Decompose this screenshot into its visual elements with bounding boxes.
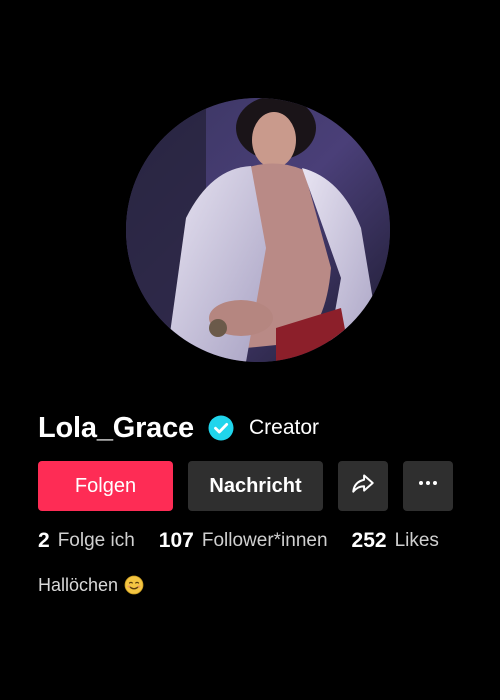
stat-label: Follower*innen (201, 530, 328, 551)
stat-value: 2 (38, 529, 50, 552)
stat-likes: 252 Likes (352, 529, 439, 553)
follow-button-label: Folgen (74, 474, 137, 497)
stat-value: 107 (158, 529, 194, 552)
profile-page: Lola_Grace Creator Folgen Nachricht 2 Fo… (0, 0, 500, 700)
verified-check-icon (208, 415, 234, 441)
stat-following[interactable]: 2 Folge ich (38, 529, 135, 553)
username: Lola_Grace (38, 411, 194, 444)
share-button[interactable] (338, 461, 388, 511)
message-button-label: Nachricht (209, 474, 302, 497)
creator-label: Creator (248, 416, 320, 439)
more-button[interactable] (403, 461, 453, 511)
more-dots-icon (416, 471, 440, 501)
avatar[interactable] (126, 98, 390, 362)
stat-followers[interactable]: 107 Follower*innen (159, 529, 328, 553)
stat-label: Folge ich (57, 530, 135, 551)
message-button[interactable]: Nachricht (188, 461, 323, 511)
profile-header: Lola_Grace Creator (38, 408, 319, 448)
follow-button[interactable]: Folgen (38, 461, 173, 511)
stat-label: Likes (394, 530, 439, 551)
profile-stats: 2 Folge ich 107 Follower*innen 252 Likes (38, 527, 439, 555)
bio: Hallöchen (38, 572, 144, 598)
avatar-image (126, 98, 390, 362)
share-arrow-icon (350, 470, 376, 502)
stat-value: 252 (351, 529, 387, 552)
smiling-face-emoji-icon (124, 575, 144, 595)
bio-text: Hallöchen (38, 574, 119, 595)
